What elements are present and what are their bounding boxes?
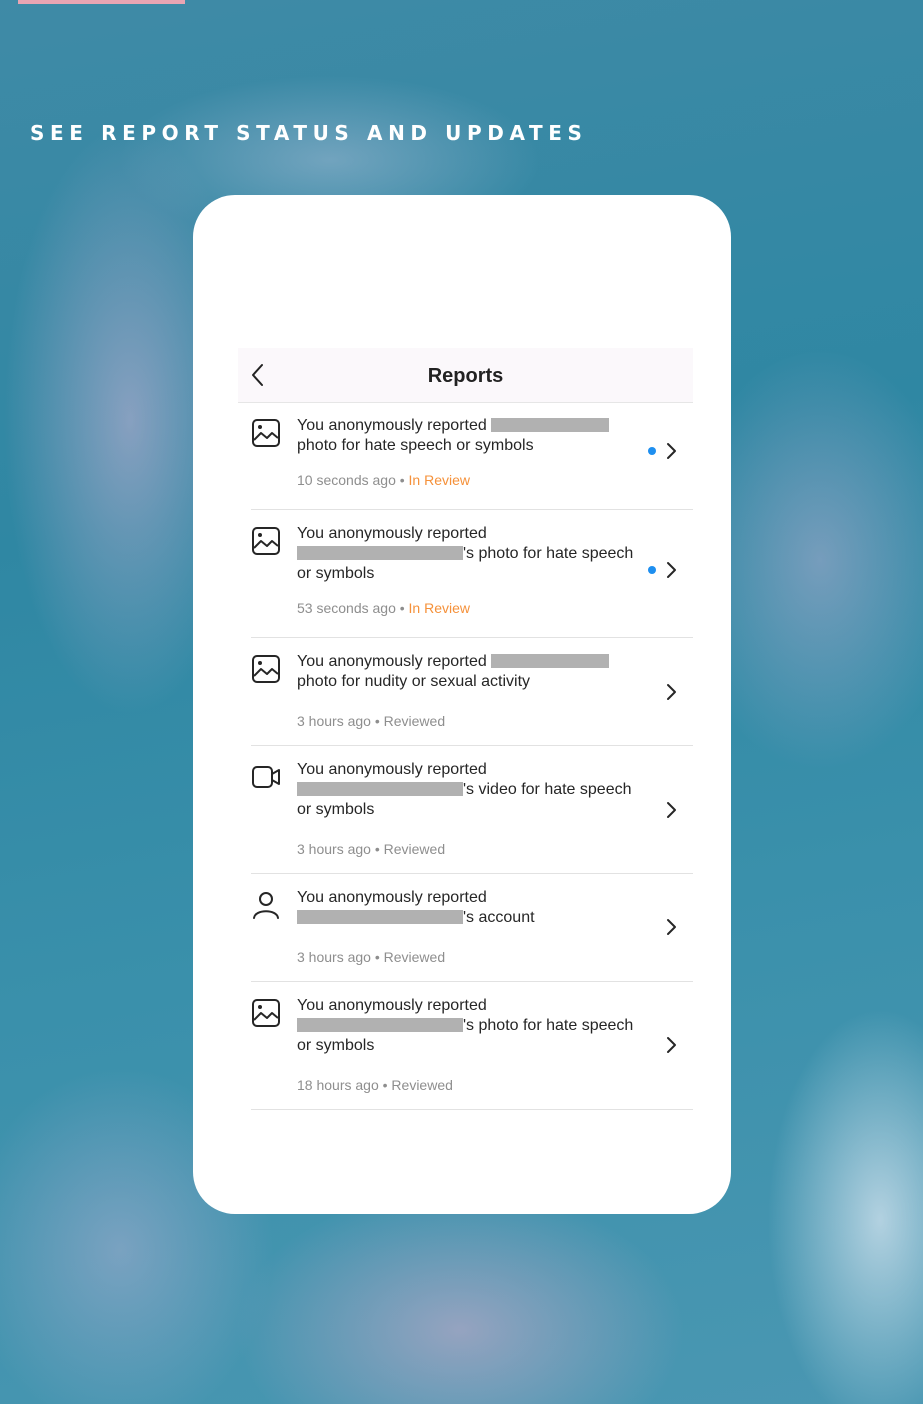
unread-dot bbox=[648, 447, 656, 455]
video-icon bbox=[252, 766, 280, 788]
report-timestamp: 18 hours ago bbox=[297, 1077, 379, 1093]
report-list: You anonymously reported photo for hate … bbox=[251, 402, 693, 1110]
report-meta: 18 hours ago • Reviewed bbox=[297, 1077, 453, 1093]
report-item[interactable]: You anonymously reported 's photo for ha… bbox=[251, 510, 693, 638]
report-meta: 53 seconds ago • In Review bbox=[297, 600, 471, 616]
status-badge: In Review bbox=[408, 472, 471, 488]
status-badge: Reviewed bbox=[383, 841, 446, 857]
photo-icon bbox=[252, 655, 280, 683]
report-description: You anonymously reported 's photo for ha… bbox=[297, 525, 634, 582]
report-item[interactable]: You anonymously reported 's account 3 ho… bbox=[251, 874, 693, 982]
nav-bar: Reports bbox=[238, 348, 693, 403]
photo-icon bbox=[252, 999, 280, 1027]
phone-screen: Reports You anonymously reported photo f… bbox=[193, 195, 731, 1214]
report-meta: 10 seconds ago • In Review bbox=[297, 472, 471, 488]
redacted-username bbox=[297, 546, 463, 560]
report-meta: 3 hours ago • Reviewed bbox=[297, 713, 446, 729]
chevron-right-icon bbox=[667, 684, 676, 700]
report-item[interactable]: You anonymously reported photo for hate … bbox=[251, 402, 693, 510]
report-description: You anonymously reported photo for hate … bbox=[297, 416, 637, 456]
report-timestamp: 10 seconds ago bbox=[297, 472, 396, 488]
chevron-right-icon bbox=[667, 802, 676, 818]
chevron-right-icon bbox=[667, 443, 676, 459]
report-description: You anonymously reported photo for nudit… bbox=[297, 652, 637, 692]
report-meta: 3 hours ago • Reviewed bbox=[297, 841, 446, 857]
report-timestamp: 3 hours ago bbox=[297, 841, 371, 857]
pink-accent-tab bbox=[18, 0, 185, 4]
redacted-username bbox=[297, 1018, 463, 1032]
status-badge: Reviewed bbox=[383, 713, 446, 729]
report-item[interactable]: You anonymously reported 's video for ha… bbox=[251, 746, 693, 874]
report-item[interactable]: You anonymously reported 's photo for ha… bbox=[251, 982, 693, 1110]
report-meta: 3 hours ago • Reviewed bbox=[297, 949, 446, 965]
report-timestamp: 53 seconds ago bbox=[297, 600, 396, 616]
page-title: Reports bbox=[427, 365, 504, 387]
report-description: You anonymously reported 's photo for ha… bbox=[297, 997, 634, 1054]
redacted-username bbox=[297, 910, 463, 924]
report-description: You anonymously reported 's account bbox=[297, 889, 535, 926]
redacted-username bbox=[490, 654, 609, 668]
status-badge: Reviewed bbox=[383, 949, 446, 965]
person-icon bbox=[253, 892, 279, 919]
unread-dot bbox=[648, 566, 656, 574]
status-badge: In Review bbox=[408, 600, 471, 616]
chevron-right-icon bbox=[667, 919, 676, 935]
report-item[interactable]: You anonymously reported photo for nudit… bbox=[251, 638, 693, 746]
page-heading: SEE REPORT STATUS AND UPDATES bbox=[30, 121, 588, 145]
report-timestamp: 3 hours ago bbox=[297, 713, 371, 729]
redacted-username bbox=[490, 418, 609, 432]
status-badge: Reviewed bbox=[391, 1077, 453, 1093]
redacted-username bbox=[297, 782, 463, 796]
chevron-right-icon bbox=[667, 1037, 676, 1053]
photo-icon bbox=[252, 419, 280, 447]
report-description: You anonymously reported 's video for ha… bbox=[297, 761, 632, 818]
chevron-right-icon bbox=[667, 562, 676, 578]
report-timestamp: 3 hours ago bbox=[297, 949, 371, 965]
photo-icon bbox=[252, 527, 280, 555]
